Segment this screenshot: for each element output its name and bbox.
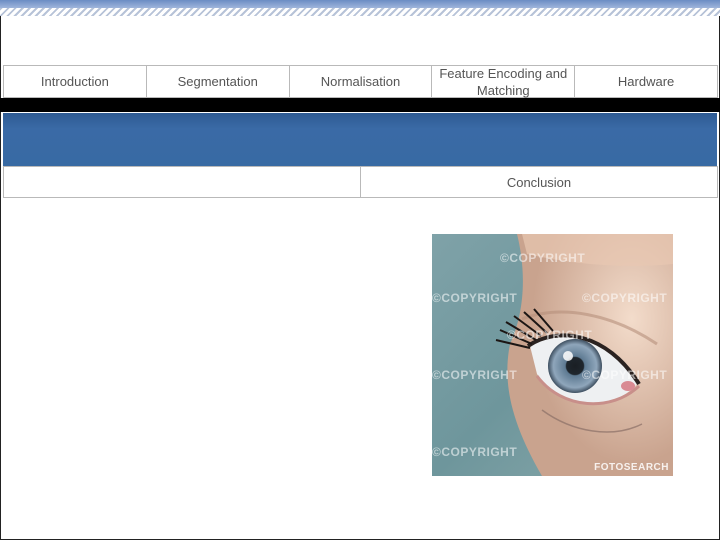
- nav-feature-encoding[interactable]: Feature Encoding and Matching: [431, 65, 576, 98]
- nav-hardware[interactable]: Hardware: [574, 65, 718, 98]
- top-hatch-pattern: [0, 8, 720, 16]
- title-band: [3, 113, 717, 166]
- nav-normalisation[interactable]: Normalisation: [288, 65, 433, 98]
- nav-conclusion[interactable]: Conclusion: [360, 166, 718, 198]
- black-divider-bar: [0, 98, 720, 112]
- photo-watermark-3: ©COPYRIGHT: [582, 291, 668, 305]
- photo-watermark-6: ©COPYRIGHT: [582, 368, 668, 382]
- secondary-nav: Conclusion: [3, 166, 718, 198]
- eye-illustration: [432, 234, 673, 476]
- nav-introduction[interactable]: Introduction: [3, 65, 147, 98]
- eye-photo: ©COPYRIGHT ©COPYRIGHT ©COPYRIGHT ©COPYRI…: [432, 234, 673, 476]
- nav-blank-cell[interactable]: [3, 166, 361, 198]
- photo-watermark-2: ©COPYRIGHT: [432, 291, 518, 305]
- main-nav: Introduction Segmentation Normalisation …: [3, 65, 718, 98]
- nav-segmentation[interactable]: Segmentation: [145, 65, 290, 98]
- photo-watermark-1: ©COPYRIGHT: [500, 251, 586, 265]
- photo-credit: FOTOSEARCH: [594, 462, 669, 473]
- photo-watermark-5: ©COPYRIGHT: [432, 368, 518, 382]
- top-accent-stripe: [0, 0, 720, 8]
- photo-watermark-7: ©COPYRIGHT: [432, 445, 518, 459]
- photo-watermark-4: ©COPYRIGHT: [507, 328, 593, 342]
